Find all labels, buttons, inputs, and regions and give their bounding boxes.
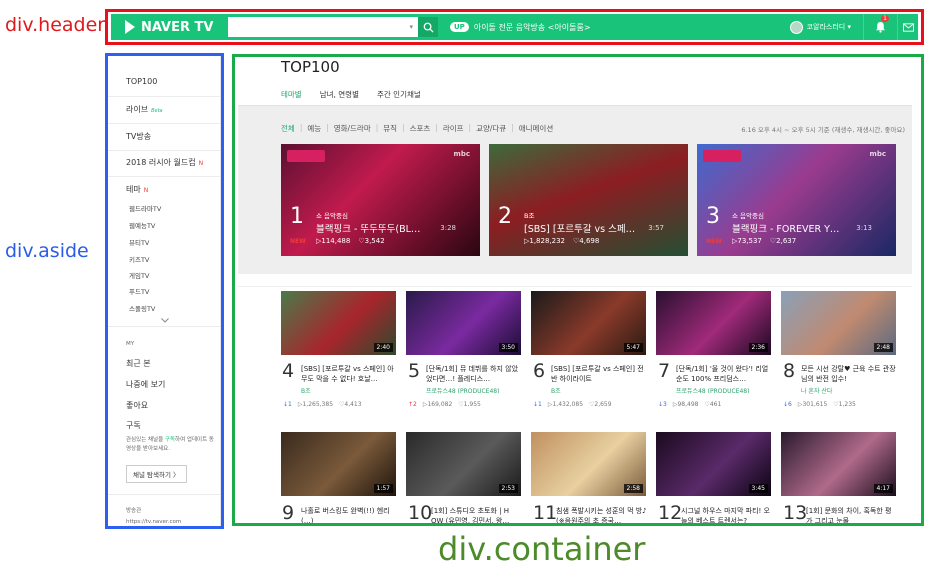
container-annotation-label: div.container — [438, 530, 646, 568]
screenshot-root: div.header div.aside div.container NAVER… — [0, 0, 931, 572]
container-annotation-box — [232, 54, 924, 526]
aside-annotation-box — [105, 53, 224, 529]
header-annotation-box — [105, 9, 924, 45]
aside-annotation-label: div.aside — [5, 240, 89, 262]
header-annotation-label: div.header — [5, 14, 106, 36]
